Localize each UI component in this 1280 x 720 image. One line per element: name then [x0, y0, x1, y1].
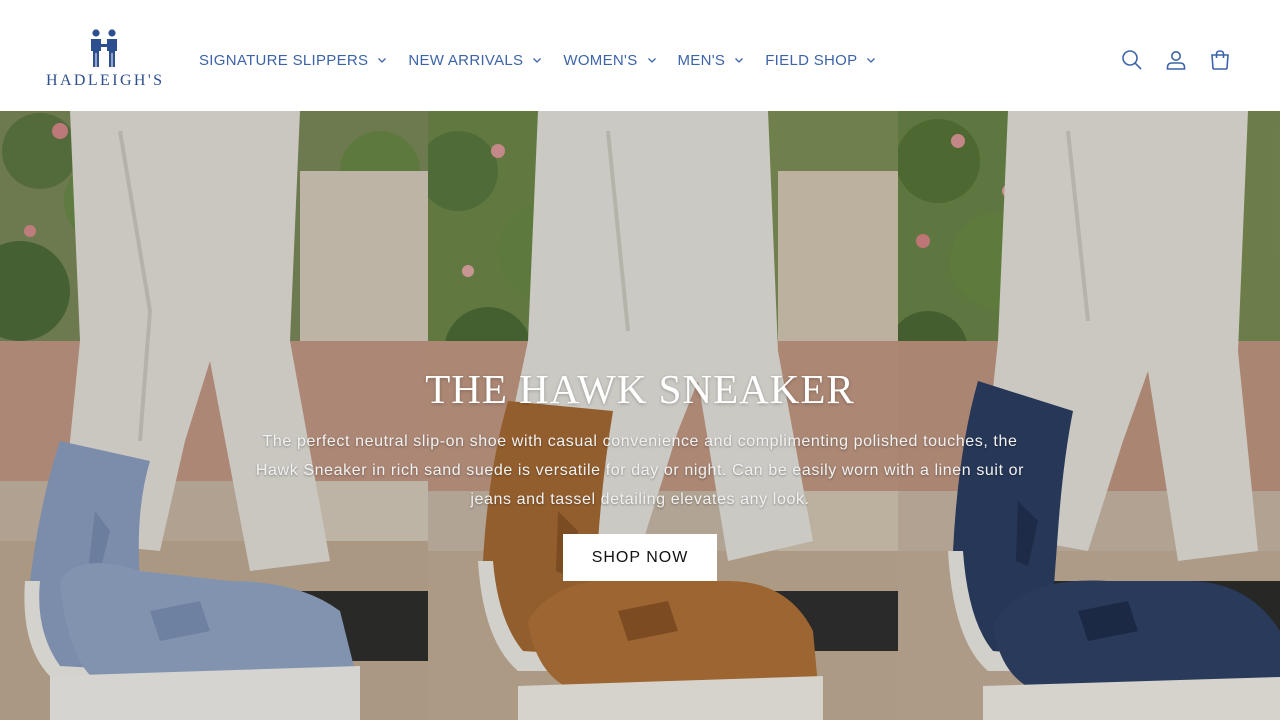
brand-logo[interactable]: HADLEIGH'S [46, 28, 164, 94]
chevron-down-icon [533, 58, 542, 63]
logo-figures-icon [91, 29, 117, 67]
brand-name: HADLEIGH'S [46, 72, 165, 89]
chevron-down-icon [647, 58, 656, 63]
hero-content: THE HAWK SNEAKER The perfect neutral sli… [0, 365, 1280, 581]
main-nav: SIGNATURE SLIPPERS NEW ARRIVALS WOMEN'S … [199, 48, 897, 72]
hero-title: THE HAWK SNEAKER [425, 366, 855, 412]
nav-label: FIELD SHOP [765, 51, 858, 69]
nav-item-field-shop[interactable]: FIELD SHOP [765, 52, 876, 69]
nav-label: MEN'S [677, 51, 726, 69]
chevron-down-icon [867, 58, 876, 63]
nav-item-new-arrivals[interactable]: NEW ARRIVALS [408, 52, 542, 69]
hero-description: The perfect neutral slip-on shoe with ca… [255, 433, 1025, 508]
nav-label: SIGNATURE SLIPPERS [199, 51, 369, 69]
nav-item-signature-slippers[interactable]: SIGNATURE SLIPPERS [199, 52, 387, 69]
chevron-down-icon [735, 58, 744, 63]
account-icon[interactable] [1164, 48, 1188, 72]
header-icons [1100, 48, 1232, 72]
hero-banner: THE HAWK SNEAKER The perfect neutral sli… [0, 111, 1280, 720]
cart-icon[interactable] [1208, 48, 1232, 72]
nav-label: NEW ARRIVALS [408, 51, 524, 69]
shop-now-button[interactable]: SHOP NOW [563, 534, 717, 581]
site-header: HADLEIGH'S SIGNATURE SLIPPERS NEW ARRIVA… [0, 0, 1280, 111]
chevron-down-icon [378, 58, 387, 63]
nav-item-mens[interactable]: MEN'S [678, 52, 745, 69]
nav-label: WOMEN'S [563, 51, 638, 69]
nav-item-womens[interactable]: WOMEN'S [563, 52, 656, 69]
search-icon[interactable] [1120, 48, 1144, 72]
